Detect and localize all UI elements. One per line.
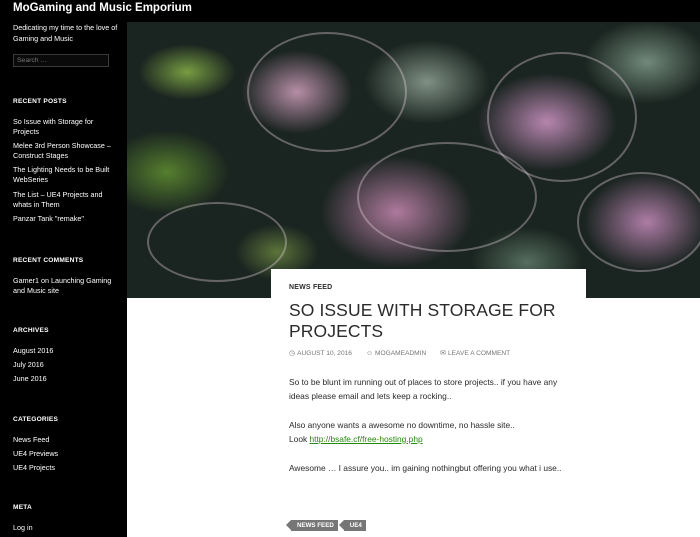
archives-list: August 2016 July 2016 June 2016 — [13, 346, 113, 389]
post-paragraph-3: Awesome … I assure you.. im gaining noth… — [289, 463, 562, 473]
recent-post-link[interactable]: Melee 3rd Person Showcase – Construct St… — [13, 141, 113, 161]
recent-post-link[interactable]: The List – UE4 Projects and whats in The… — [13, 190, 113, 210]
category-link[interactable]: UE4 Projects — [13, 463, 113, 473]
comment-author[interactable]: Gamer1 — [13, 276, 39, 285]
categories-title: CATEGORIES — [13, 416, 59, 423]
post-title[interactable]: SO ISSUE WITH STORAGE FOR PROJECTS — [289, 300, 579, 342]
site-header: MoGaming and Music Emporium — [0, 0, 700, 22]
category-link[interactable]: UE4 Previews — [13, 449, 113, 459]
hosting-link[interactable]: http://bsafe.cf/free-hosting.php — [310, 434, 423, 444]
post-comments-text: LEAVE A COMMENT — [447, 350, 511, 357]
post-paragraph-1: So to be blunt im running out of places … — [289, 377, 558, 401]
recent-comments-title: RECENT COMMENTS — [13, 257, 84, 264]
archive-link[interactable]: June 2016 — [13, 374, 113, 384]
tag-ue4[interactable]: UE4 — [338, 520, 366, 531]
site-title[interactable]: MoGaming and Music Emporium — [13, 2, 192, 14]
recent-post-link[interactable]: The Lighting Needs to be Built WebSeries — [13, 165, 113, 185]
categories-list: News Feed UE4 Previews UE4 Projects — [13, 435, 113, 478]
user-icon: ☺ — [365, 350, 373, 357]
category-link[interactable]: News Feed — [13, 435, 113, 445]
archives-title: ARCHIVES — [13, 327, 49, 334]
clock-icon: ◷ — [289, 350, 296, 357]
recent-comments-list: Gamer1 on Launching Gaming and Music sit… — [13, 276, 113, 300]
post-category-link[interactable]: NEWS FEED — [289, 284, 332, 291]
post-paragraph-2-line: Also anyone wants a awesome no downtime,… — [289, 420, 515, 430]
search-input[interactable] — [13, 54, 109, 67]
post-comments-link[interactable]: ✉ LEAVE A COMMENT — [440, 350, 516, 357]
header-image[interactable] — [127, 22, 700, 298]
sidebar: Dedicating my time to the love of Gaming… — [0, 22, 127, 537]
post-paragraph-2-prefix: Look — [289, 433, 310, 444]
swirl-decoration — [487, 52, 637, 182]
comment-on-text: on — [38, 276, 51, 285]
archive-link[interactable]: August 2016 — [13, 346, 113, 356]
post-paragraph-2: Also anyone wants a awesome no downtime,… — [289, 419, 577, 446]
post-date[interactable]: ◷ AUGUST 10, 2016 — [289, 350, 358, 357]
post-author[interactable]: ☺ MOGAMEADMIN — [366, 350, 432, 357]
recent-posts-list: So Issue with Storage for Projects Melee… — [13, 117, 113, 228]
site-description: Dedicating my time to the love of Gaming… — [13, 23, 118, 43]
recent-posts-title: RECENT POSTS — [13, 98, 67, 105]
swirl-decoration — [247, 32, 407, 152]
post-meta: ◷ AUGUST 10, 2016 ☺ MOGAMEADMIN ✉ LEAVE A C… — [289, 349, 522, 357]
meta-list: Log in — [13, 523, 113, 537]
meta-title: META — [13, 504, 32, 511]
tag-news-feed[interactable]: NEWS FEED — [286, 520, 338, 531]
comment-icon: ✉ — [440, 350, 446, 357]
archive-link[interactable]: July 2016 — [13, 360, 113, 370]
post-author-text: MOGAMEADMIN — [374, 350, 427, 357]
recent-comment-item: Gamer1 on Launching Gaming and Music sit… — [13, 276, 113, 296]
recent-post-link[interactable]: Panzar Tank "remake" — [13, 214, 113, 224]
post-date-text: AUGUST 10, 2016 — [297, 350, 352, 357]
post-article: NEWS FEED SO ISSUE WITH STORAGE FOR PROJ… — [271, 269, 586, 537]
post-tags: NEWS FEED UE4 — [286, 520, 366, 531]
swirl-decoration — [147, 202, 287, 282]
login-link[interactable]: Log in — [13, 523, 113, 533]
recent-post-link[interactable]: So Issue with Storage for Projects — [13, 117, 113, 137]
swirl-decoration — [577, 172, 700, 272]
